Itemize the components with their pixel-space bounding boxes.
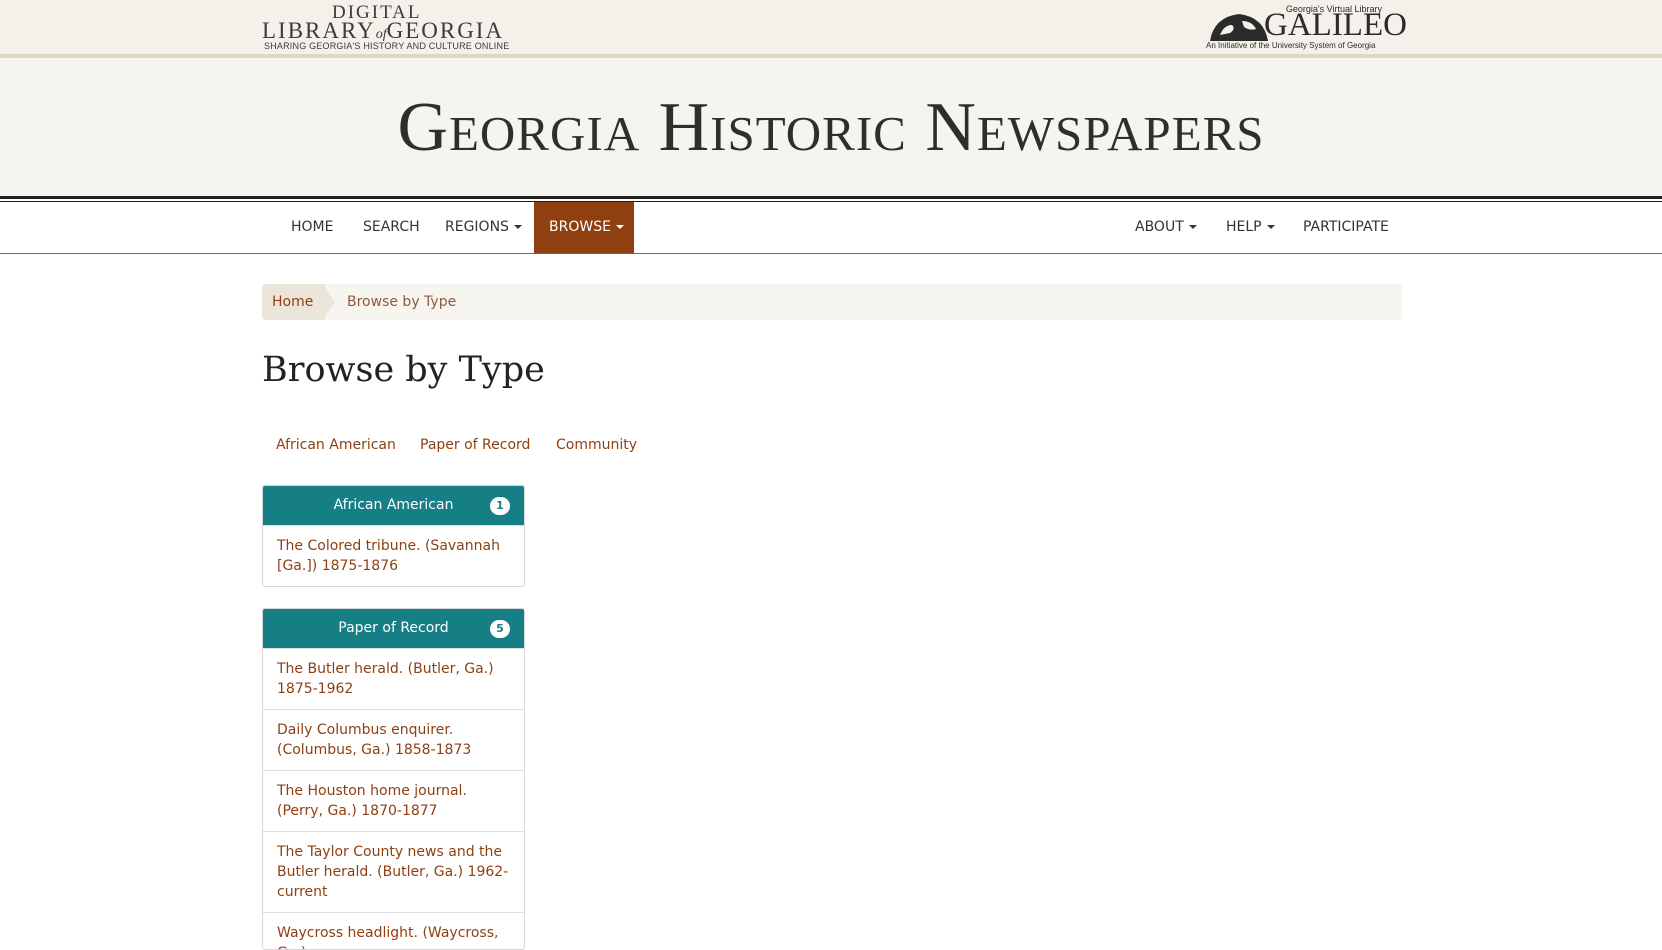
galileo-subtitle: An Initiative of the University System o… — [1206, 41, 1376, 50]
site-banner: Georgia Historic Newspapers — [0, 58, 1662, 196]
nav-regions[interactable]: REGIONS — [430, 202, 537, 253]
dlg-logo-georgia: GEORGIA — [386, 18, 505, 43]
page-title: Browse by Type — [262, 350, 545, 390]
breadcrumb-separator — [323, 284, 335, 320]
caret-down-icon — [1188, 225, 1197, 229]
list-item[interactable]: Daily Columbus enquirer. (Columbus, Ga.)… — [263, 709, 524, 770]
breadcrumb: Home Browse by Type — [262, 284, 1402, 320]
dlg-logo[interactable]: DIGITAL LIBRARYofGEORGIA SHARING GEORGIA… — [262, 3, 532, 52]
dlg-logo-tagline: SHARING GEORGIA'S HISTORY AND CULTURE ON… — [264, 41, 510, 51]
dlg-logo-of: of — [375, 27, 387, 42]
list-item[interactable]: The Houston home journal. (Perry, Ga.) 1… — [263, 770, 524, 831]
caret-down-icon — [615, 225, 624, 229]
nav-help[interactable]: HELP — [1211, 202, 1290, 253]
dlg-logo-library: LIBRARY — [262, 18, 376, 43]
nav-home[interactable]: HOME — [276, 202, 348, 253]
site-title[interactable]: Georgia Historic Newspapers — [0, 88, 1662, 168]
count-badge: 5 — [490, 620, 510, 638]
panel-title: African American — [333, 497, 454, 513]
tab-paper-of-record[interactable]: Paper of Record — [420, 430, 530, 460]
nav-about[interactable]: ABOUT — [1120, 202, 1212, 253]
galileo-logo[interactable]: Georgia's Virtual Library GALILEO An Ini… — [1206, 2, 1407, 52]
list-item[interactable]: The Taylor County news and the Butler he… — [263, 831, 524, 912]
list-item[interactable]: The Colored tribune. (Savannah [Ga.]) 18… — [263, 525, 524, 586]
banner-divider — [0, 196, 1662, 199]
panel-paper-of-record: Paper of Record 5 The Butler herald. (Bu… — [262, 608, 525, 950]
nav-regions-label: REGIONS — [445, 219, 509, 235]
globe-icon — [1210, 14, 1268, 41]
nav-participate[interactable]: PARTICIPATE — [1288, 202, 1404, 253]
panel-title: Paper of Record — [338, 620, 449, 636]
nav-about-label: ABOUT — [1135, 219, 1184, 235]
breadcrumb-home[interactable]: Home — [262, 284, 326, 320]
caret-down-icon — [513, 225, 522, 229]
nav-search[interactable]: SEARCH — [348, 202, 435, 253]
tab-community[interactable]: Community — [556, 430, 637, 460]
list-item[interactable]: The Butler herald. (Butler, Ga.) 1875-19… — [263, 648, 524, 709]
list-item[interactable]: Waycross headlight. (Waycross, Ga.) — [263, 912, 524, 949]
nav-help-label: HELP — [1226, 219, 1262, 235]
brand-bar: DIGITAL LIBRARYofGEORGIA SHARING GEORGIA… — [0, 0, 1662, 58]
nav-browse[interactable]: BROWSE — [534, 202, 634, 253]
count-badge: 1 — [490, 497, 510, 515]
main-nav: HOME SEARCH REGIONS BROWSE ABOUT HELP PA… — [0, 202, 1662, 254]
caret-down-icon — [1266, 225, 1275, 229]
breadcrumb-current: Browse by Type — [347, 294, 457, 310]
tab-african-american[interactable]: African American — [276, 430, 396, 460]
nav-browse-label: BROWSE — [549, 219, 611, 235]
galileo-name: GALILEO — [1264, 7, 1407, 43]
panel-african-american: African American 1 The Colored tribune. … — [262, 485, 525, 587]
panel-header[interactable]: African American 1 — [263, 486, 524, 525]
panel-header[interactable]: Paper of Record 5 — [263, 609, 524, 648]
